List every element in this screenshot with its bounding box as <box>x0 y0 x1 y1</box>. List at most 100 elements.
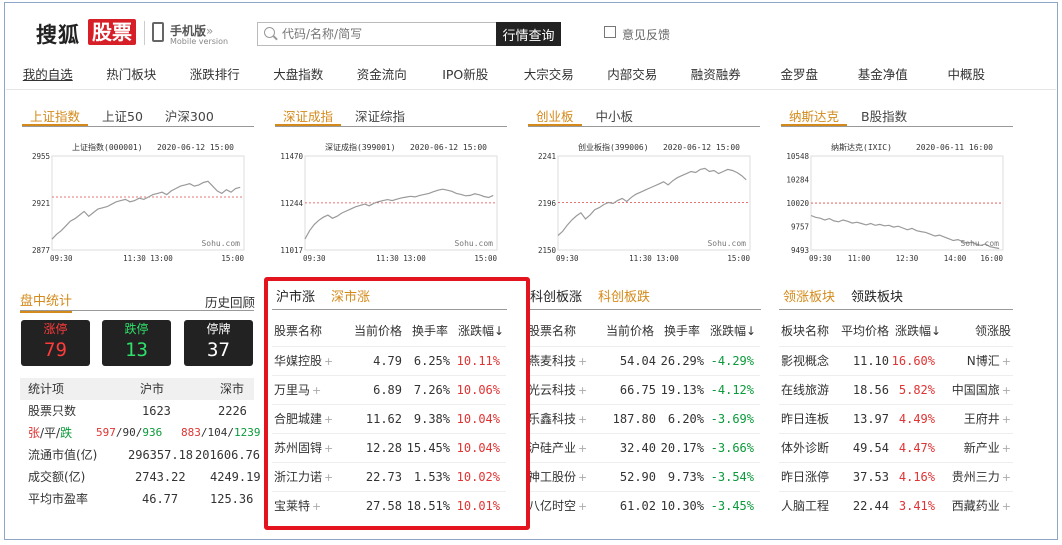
tab-kc-rise[interactable]: 科创板涨 <box>526 288 586 309</box>
row-leader[interactable]: 西藏药业 + <box>952 492 1011 521</box>
logo-text[interactable]: 搜狐 <box>36 19 80 49</box>
row-name[interactable]: 昨日涨停 <box>781 463 829 492</box>
row-name[interactable]: 光云科技 + <box>528 376 587 405</box>
add-icon[interactable]: + <box>1002 471 1011 484</box>
feedback-link[interactable]: 意见反馈 <box>622 26 670 43</box>
add-icon[interactable]: + <box>1002 355 1011 368</box>
tab-sector-fall[interactable]: 领跌板块 <box>847 288 907 309</box>
table-row[interactable]: 燕麦科技 +54.04 26.29% -4.29% <box>526 346 760 375</box>
chart-title: 深证成指(399001) <box>325 142 396 152</box>
stats-label: 流通市值(亿) <box>28 448 98 462</box>
row-change: -4.29% <box>710 354 754 368</box>
edit-icon[interactable] <box>604 26 616 38</box>
row-name[interactable]: 影视概念 <box>781 347 829 376</box>
tab-sh-index[interactable]: 上证指数 <box>22 107 89 126</box>
table-row[interactable]: 人脑工程 22.44 3.41% 西藏药业 + <box>779 491 1013 520</box>
row-name[interactable]: 乐鑫科技 + <box>528 405 587 434</box>
nav-item-rankings[interactable]: 涨跌排行 <box>173 60 257 89</box>
chart-chinext[interactable]: 创业板指(399006) 2020-06-12 15:00 2241 2196 2150… <box>528 136 763 266</box>
row-name[interactable]: 沪硅产业 + <box>528 434 587 463</box>
chart-date: 2020-06-12 15:00 <box>157 143 234 152</box>
add-icon[interactable]: + <box>1002 413 1011 426</box>
add-icon[interactable]: + <box>1002 442 1011 455</box>
tab-sz-component[interactable]: 深证成指 <box>275 107 342 126</box>
nav-item-indices[interactable]: 大盘指数 <box>257 60 341 89</box>
nav-item-insider-trade[interactable]: 内部交易 <box>591 60 675 89</box>
nav-item-hot-sectors[interactable]: 热门板块 <box>90 60 174 89</box>
table-row[interactable]: 八亿时空 +61.02 10.30% -3.45% <box>526 491 760 520</box>
search-input[interactable] <box>282 24 492 44</box>
table-row[interactable]: 光云科技 +66.75 19.13% -4.12% <box>526 375 760 404</box>
nav-item-margin[interactable]: 融资融券 <box>674 60 758 89</box>
row-name[interactable]: 神工股份 + <box>528 463 587 492</box>
y-tick-label: 9757 <box>791 223 809 232</box>
row-price: 13.97 <box>852 412 889 426</box>
tab-nasdaq[interactable]: 纳斯达克 <box>781 107 848 126</box>
row-leader[interactable]: 王府井 + <box>964 405 1011 434</box>
suspended-counter[interactable]: 停牌 37 <box>184 320 253 366</box>
add-icon[interactable]: + <box>578 500 587 513</box>
tab-kc-fall[interactable]: 科创板跌 <box>594 288 654 309</box>
highlight-box <box>264 277 530 530</box>
row-price: 49.54 <box>852 441 889 455</box>
row-name[interactable]: 体外诊断 <box>781 434 829 463</box>
row-name[interactable]: 人脑工程 <box>781 492 829 521</box>
y-tick-label: 2150 <box>538 246 557 255</box>
nav-item-capital-flow[interactable]: 资金流向 <box>340 60 424 89</box>
table-row[interactable]: 昨日涨停 37.53 4.16% 贵州三力 + <box>779 462 1013 491</box>
nav-item-watchlist[interactable]: 我的自选 <box>6 60 90 89</box>
nav-item-ipo[interactable]: IPO新股 <box>424 60 508 89</box>
chevron-right-icon: » <box>206 24 214 38</box>
row-name[interactable]: 燕麦科技 + <box>528 347 587 376</box>
history-link[interactable]: 历史回顾 <box>205 292 255 311</box>
logo-badge[interactable]: 股票 <box>88 19 136 45</box>
y-tick-label: 11470 <box>280 152 303 161</box>
limit-down-counter[interactable]: 跌停 13 <box>102 320 171 366</box>
stats-sh-value: 1623 <box>142 404 171 418</box>
stats-sz-value: 201606.76 <box>195 448 261 462</box>
table-row[interactable]: 沪硅产业 +32.40 20.17% -3.66% <box>526 433 760 462</box>
tab-sz-composite[interactable]: 深证综指 <box>347 107 413 126</box>
add-icon[interactable]: + <box>578 413 587 426</box>
chart-nasdaq[interactable]: 纳斯达克(IXIC) 2020-06-11 16:00 10548 10284 1002… <box>781 136 1016 266</box>
chart-sz-component[interactable]: 深证成指(399001) 2020-06-12 15:00 11470 11244 11… <box>275 136 510 266</box>
nav-item-block-trade[interactable]: 大宗交易 <box>507 60 591 89</box>
table-row[interactable]: 影视概念 11.10 16.60% N博汇 + <box>779 346 1013 375</box>
sh-flat: /90/ <box>115 426 143 439</box>
nav-item-china-concept[interactable]: 中概股 <box>925 60 1009 89</box>
nav-item-golden-compass[interactable]: 金罗盘 <box>758 60 842 89</box>
table-row[interactable]: 神工股份 +52.90 9.73% -3.54% <box>526 462 760 491</box>
stats-label: 股票只数 <box>28 404 77 418</box>
tab-sh50[interactable]: 上证50 <box>94 107 151 126</box>
search-button[interactable]: 行情查询 <box>496 22 561 46</box>
row-leader[interactable]: N博汇 + <box>967 347 1011 376</box>
add-icon[interactable]: + <box>578 384 587 397</box>
row-leader[interactable]: 贵州三力 + <box>952 463 1011 492</box>
add-icon[interactable]: + <box>578 355 587 368</box>
add-icon[interactable]: + <box>578 471 587 484</box>
limit-up-counter[interactable]: 涨停 79 <box>21 320 90 366</box>
table-row[interactable]: 体外诊断 49.54 4.47% 新产业 + <box>779 433 1013 462</box>
add-icon[interactable]: + <box>578 442 587 455</box>
row-name[interactable]: 八亿时空 + <box>528 492 587 521</box>
tab-b-share[interactable]: B股指数 <box>853 107 915 126</box>
tab-sme[interactable]: 中小板 <box>588 107 642 126</box>
tab-hs300[interactable]: 沪深300 <box>157 107 222 126</box>
row-leader[interactable]: 新产业 + <box>964 434 1011 463</box>
tab-sector-rise[interactable]: 领涨板块 <box>779 288 839 309</box>
row-name[interactable]: 昨日连板 <box>781 405 829 434</box>
row-name[interactable]: 在线旅游 <box>781 376 829 405</box>
chart-sh-index[interactable]: 上证指数(000001) 2020-06-12 15:00 2955 2921 2877… <box>22 136 257 266</box>
row-leader[interactable]: 中国国旅 + <box>952 376 1011 405</box>
table-row[interactable]: 在线旅游 18.56 5.82% 中国国旅 + <box>779 375 1013 404</box>
stats-col-item: 统计项 <box>28 382 65 396</box>
add-icon[interactable]: + <box>1002 384 1011 397</box>
nav-item-fund-nav[interactable]: 基金净值 <box>841 60 925 89</box>
tab-chinext[interactable]: 创业板 <box>528 107 582 126</box>
phone-icon[interactable] <box>152 22 164 42</box>
kc_table-col-1: 当前价格 <box>606 324 655 338</box>
table-row[interactable]: 昨日连板 13.97 4.49% 王府井 + <box>779 404 1013 433</box>
add-icon[interactable]: + <box>1002 500 1011 513</box>
kc_table-col-0: 股票名称 <box>528 324 577 338</box>
table-row[interactable]: 乐鑫科技 +187.80 6.20% -3.69% <box>526 404 760 433</box>
